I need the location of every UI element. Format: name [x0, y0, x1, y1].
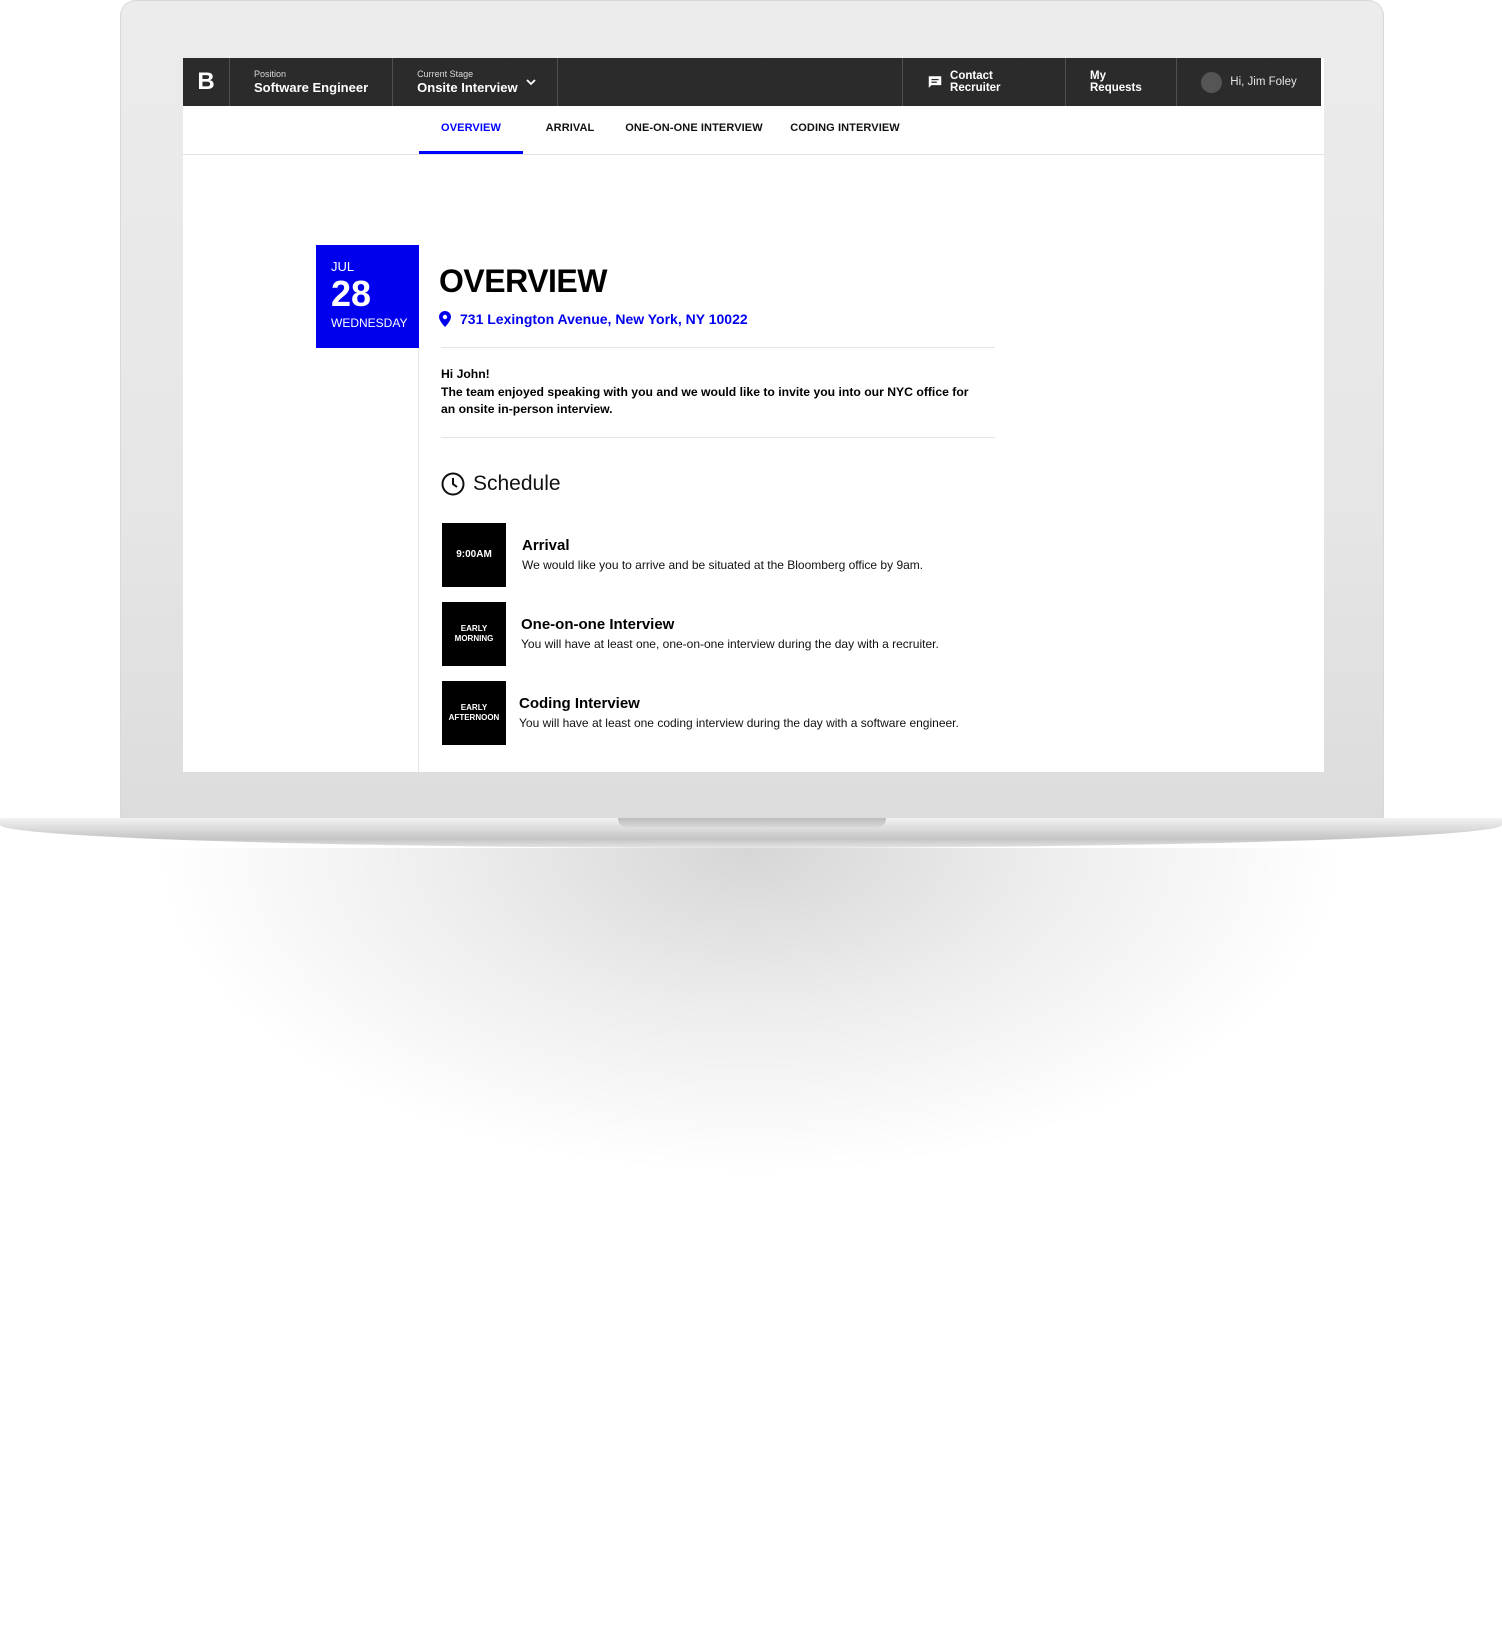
time-badge: EARLY AFTERNOON [442, 681, 506, 745]
location-pin-icon [439, 311, 451, 327]
clock-icon [441, 472, 465, 496]
divider [441, 347, 995, 348]
tab-arrival[interactable]: ARRIVAL [535, 106, 605, 154]
greeting-text: Hi John! [441, 367, 490, 381]
chevron-down-icon[interactable] [525, 77, 537, 87]
date-day: 28 [331, 273, 372, 314]
schedule-heading: Schedule [441, 472, 561, 496]
chat-icon [928, 75, 942, 88]
top-navigation-bar: B Position Software Engineer Current Sta… [183, 58, 1321, 106]
message-text: The team enjoyed speaking with you and w… [441, 384, 969, 417]
topbar-spacer [558, 58, 903, 106]
schedule-item-description: We would like you to arrive and be situa… [522, 558, 924, 572]
schedule-item-title: Arrival [522, 537, 570, 554]
content-divider [418, 314, 419, 772]
date-badge: JUL 28 WEDNESDAY [316, 245, 419, 348]
stage-value: Onsite Interview [417, 80, 518, 95]
position-label: Position [254, 69, 287, 79]
tab-overview[interactable]: OVERVIEW [419, 106, 523, 154]
position-info: Position Software Engineer [230, 58, 394, 106]
invitation-message: Hi John! The team enjoyed speaking with … [441, 366, 981, 419]
schedule-item-title: Coding Interview [519, 695, 640, 712]
tab-coding-interview[interactable]: CODING INTERVIEW [785, 106, 905, 154]
logo[interactable]: B [183, 58, 230, 106]
schedule-item-description: You will have at least one, one-on-one i… [521, 637, 939, 651]
avatar [1201, 71, 1223, 93]
my-requests-button[interactable]: My Requests [1066, 58, 1177, 106]
schedule-item-description: You will have at least one coding interv… [519, 716, 959, 730]
laptop-shadow [150, 848, 1350, 1178]
page-title: OVERVIEW [439, 263, 607, 299]
schedule-item-arrival: 9:00AM Arrival We would like you to arri… [442, 523, 923, 587]
user-menu[interactable]: Hi, Jim Foley [1177, 58, 1321, 106]
schedule-item-coding: EARLY AFTERNOON Coding Interview You will… [442, 681, 959, 745]
date-weekday: WEDNESDAY [331, 316, 408, 330]
position-value: Software Engineer [254, 80, 369, 95]
tab-bar: OVERVIEW ARRIVAL ONE-ON-ONE INTERVIEW CO… [183, 106, 1324, 155]
time-badge: EARLY MORNING [442, 602, 506, 666]
schedule-item-one-on-one: EARLY MORNING One-on-one Interview You wi… [442, 602, 939, 666]
schedule-item-title: One-on-one Interview [521, 616, 675, 633]
laptop-notch [618, 818, 886, 827]
laptop-screen: B Position Software Engineer Current Sta… [183, 58, 1324, 772]
contact-recruiter-button[interactable]: Contact Recruiter [903, 58, 1066, 106]
tab-one-on-one-interview[interactable]: ONE-ON-ONE INTERVIEW [623, 106, 765, 154]
stage-dropdown[interactable]: Current Stage Onsite Interview [393, 58, 559, 106]
address-link[interactable]: 731 Lexington Avenue, New York, NY 10022 [439, 311, 748, 327]
time-badge: 9:00AM [442, 523, 506, 587]
divider [441, 437, 995, 438]
stage-label: Current Stage [417, 69, 474, 79]
